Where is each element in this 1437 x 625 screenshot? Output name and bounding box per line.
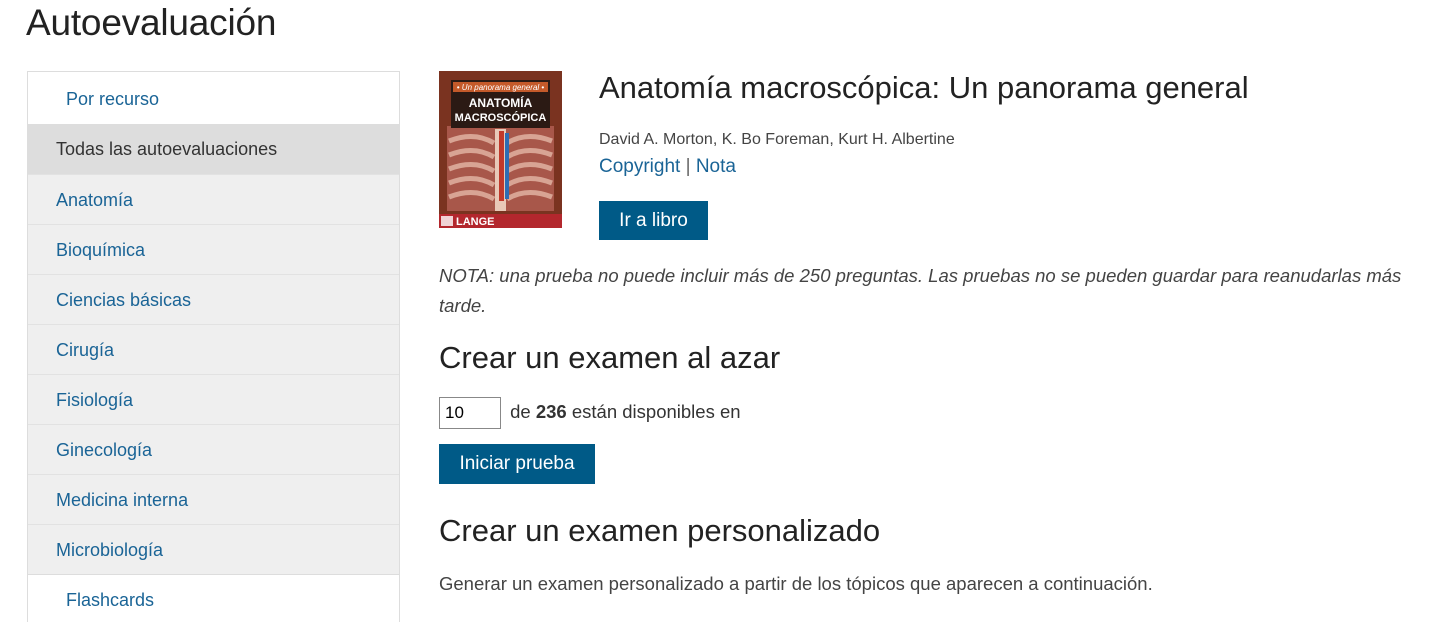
book-title: Anatomía macroscópica: Un panorama gener… xyxy=(599,70,1249,105)
question-count-row: de 236 están disponibles en xyxy=(439,397,741,429)
of-text: de xyxy=(510,401,531,422)
sidebar-item-fisiologia[interactable]: Fisiología xyxy=(28,374,399,424)
cover-publisher-text: LANGE xyxy=(456,216,495,228)
link-separator: | xyxy=(685,156,691,177)
custom-exam-description: Generar un examen personalizado a partir… xyxy=(439,573,1153,594)
cover-subtitle-text: • Un panorama general • xyxy=(457,83,545,92)
go-to-book-button[interactable]: Ir a libro xyxy=(599,201,708,240)
available-count: 236 xyxy=(535,401,567,422)
page-title: Autoevaluación xyxy=(26,2,277,43)
random-exam-heading: Crear un examen al azar xyxy=(439,340,781,375)
sidebar-item-medicina-interna[interactable]: Medicina interna xyxy=(28,474,399,524)
sidebar-item-ciencias-basicas[interactable]: Ciencias básicas xyxy=(28,274,399,324)
sidebar-item-todas[interactable]: Todas las autoevaluaciones xyxy=(28,124,399,174)
sidebar-item-microbiologia[interactable]: Microbiología xyxy=(28,524,399,574)
cover-title-line2: MACROSCÓPICA xyxy=(455,111,547,124)
sidebar: Por recurso Todas las autoevaluaciones A… xyxy=(27,71,400,624)
sidebar-item-bioquimica[interactable]: Bioquímica xyxy=(28,224,399,274)
sidebar-item-cirugia[interactable]: Cirugía xyxy=(28,324,399,374)
copyright-link[interactable]: Copyright xyxy=(599,156,680,177)
sidebar-item-anatomia[interactable]: Anatomía xyxy=(28,174,399,224)
custom-exam-heading: Crear un examen personalizado xyxy=(439,513,881,548)
book-authors: David A. Morton, K. Bo Foreman, Kurt H. … xyxy=(599,131,955,148)
book-cover-image[interactable]: • Un panorama general • ANATOMÍA MACROSC… xyxy=(439,71,562,228)
book-links: Copyright | Nota xyxy=(599,156,736,178)
start-test-button[interactable]: Iniciar prueba xyxy=(439,444,595,484)
note-link[interactable]: Nota xyxy=(696,156,736,177)
test-limit-note: NOTA: una prueba no puede incluir más de… xyxy=(439,265,1402,316)
available-text: están disponibles en xyxy=(571,401,741,422)
sidebar-item-flashcards[interactable]: Flashcards xyxy=(28,574,399,624)
question-count-input[interactable] xyxy=(439,397,501,429)
sidebar-item-ginecologia[interactable]: Ginecología xyxy=(28,424,399,474)
sidebar-header-por-recurso[interactable]: Por recurso xyxy=(28,72,399,124)
cover-title-line1: ANATOMÍA xyxy=(469,95,533,110)
